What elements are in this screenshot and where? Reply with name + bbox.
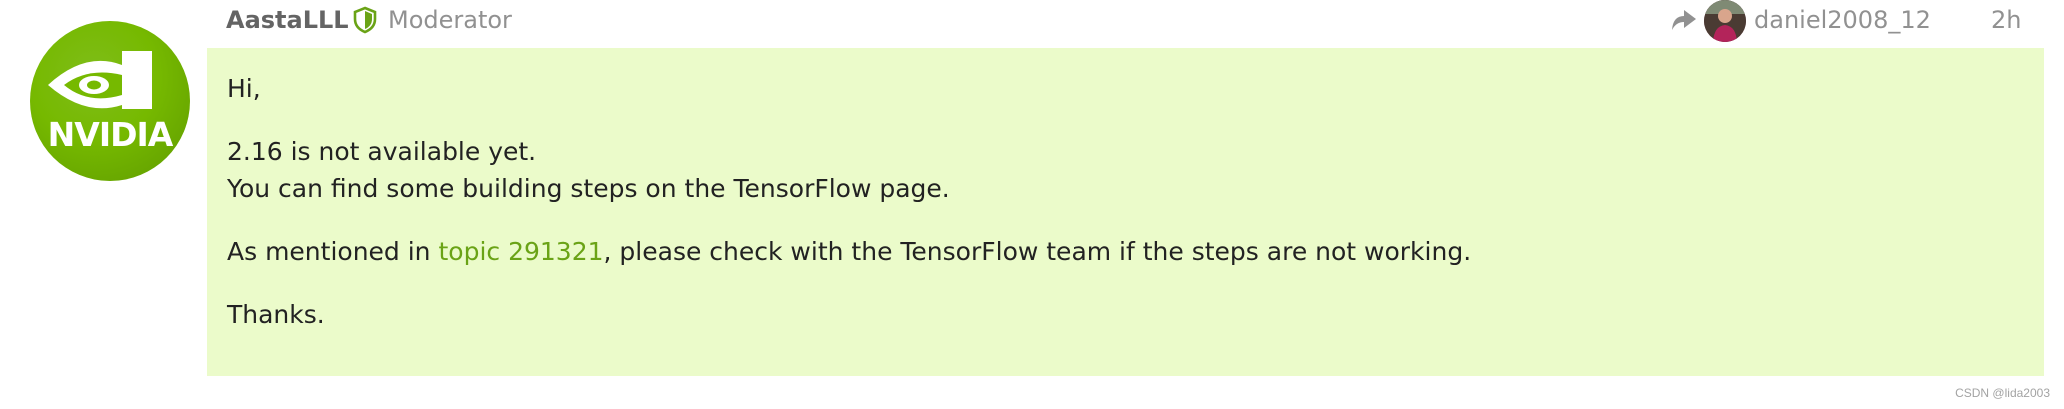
- reply-to-username[interactable]: daniel2008_12: [1754, 6, 1931, 34]
- reply-user-avatar[interactable]: [1704, 0, 1746, 42]
- author-role: Moderator: [388, 6, 512, 34]
- watermark: CSDN @lida2003: [1955, 386, 2050, 400]
- post-closing: Thanks.: [227, 300, 325, 329]
- post-greeting: Hi,: [227, 74, 261, 103]
- topic-link[interactable]: topic 291321: [438, 237, 603, 266]
- post-header: AastaLLL Moderator daniel2008_12 2h: [226, 0, 2046, 44]
- post-paragraph: 2.16 is not available yet. You can find …: [227, 133, 2024, 207]
- post-text: As mentioned in: [227, 237, 439, 266]
- author-username[interactable]: AastaLLL: [226, 6, 349, 34]
- shield-icon: [352, 6, 378, 38]
- post-timestamp[interactable]: 2h: [1991, 6, 2021, 34]
- author-avatar[interactable]: NVIDIA: [30, 21, 190, 181]
- post-line: 2.16 is not available yet.: [227, 137, 537, 166]
- nvidia-logo-icon: [48, 51, 152, 109]
- reply-arrow-icon[interactable]: [1670, 8, 1698, 36]
- post-body: Hi, 2.16 is not available yet. You can f…: [207, 48, 2044, 376]
- post-text: , please check with the TensorFlow team …: [603, 237, 1472, 266]
- avatar-logo-text: NVIDIA: [47, 115, 174, 154]
- post-paragraph: As mentioned in topic 291321, please che…: [227, 233, 2024, 270]
- post-line: You can find some building steps on the …: [227, 174, 950, 203]
